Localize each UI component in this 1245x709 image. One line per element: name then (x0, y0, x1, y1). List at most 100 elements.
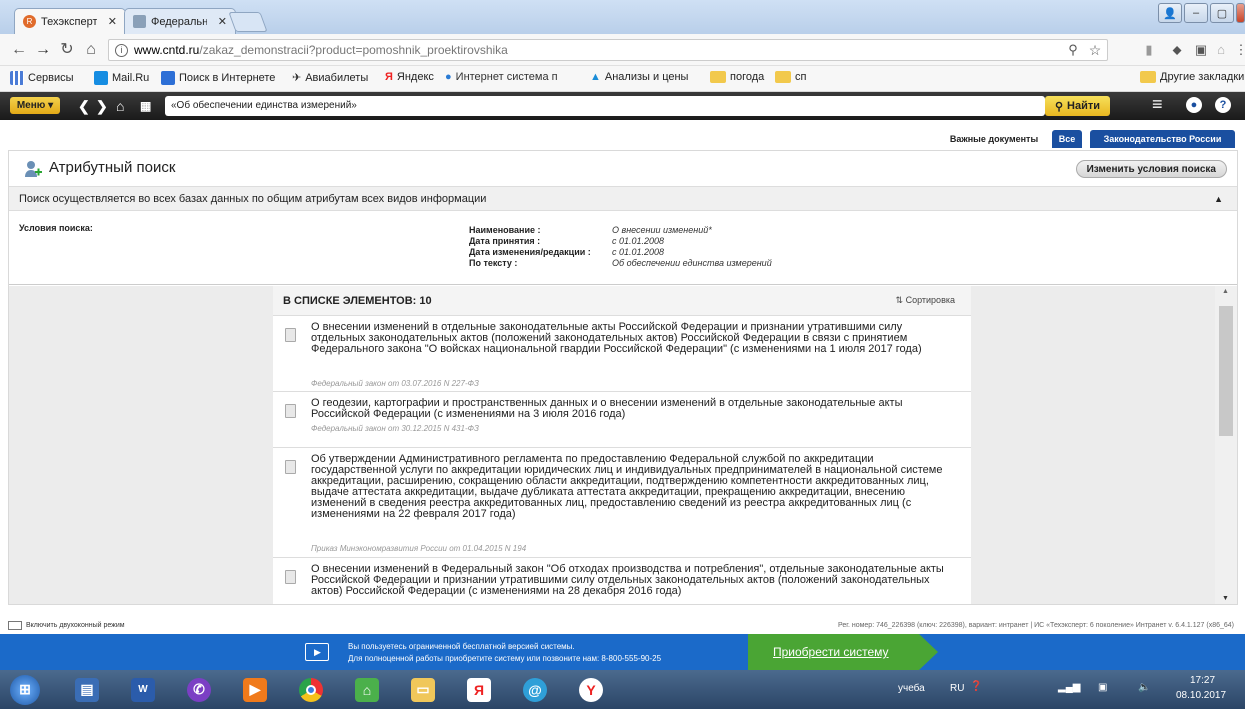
bookmark-search[interactable]: Поиск в Интернете (161, 71, 275, 85)
help-icon[interactable]: ❓ (970, 681, 982, 692)
network-icon[interactable]: ▂▄▆ (1058, 682, 1080, 693)
scroll-up-arrow-icon[interactable]: ▲ (1222, 288, 1229, 295)
taskbar-app[interactable]: ▭ (398, 673, 448, 706)
tab-russian-legislation[interactable]: Законодательство России (1090, 130, 1235, 148)
page-title: Атрибутный поиск (49, 159, 176, 176)
reload-icon[interactable]: ↻ (58, 41, 76, 59)
hamburger-menu-icon[interactable]: ≡ (1152, 95, 1163, 113)
collapse-arrow-icon[interactable]: ▲ (1214, 187, 1223, 211)
two-window-icon[interactable] (8, 620, 22, 630)
forward-arrow-icon[interactable]: ❯ (96, 97, 108, 115)
tray-app-icon[interactable]: ▣ (1098, 682, 1107, 693)
home-icon[interactable]: ⌂ (82, 41, 100, 59)
modify-conditions-button[interactable]: Изменить условия поиска (1075, 160, 1227, 178)
document-tabs-row: Важные документы Все Законодательство Ро… (0, 120, 1245, 148)
bookmark-weather[interactable]: погода (710, 71, 764, 83)
maximize-button[interactable]: ▢ (1210, 3, 1234, 23)
extension-icon[interactable]: ⬥ (1168, 41, 1186, 59)
back-arrow-icon[interactable]: ❮ (78, 97, 90, 115)
tab-important-documents[interactable]: Важные документы (944, 130, 1044, 148)
list-item[interactable]: О внесении изменений в отдельные законод… (273, 316, 971, 392)
user-icon[interactable]: ● (1186, 97, 1202, 113)
tab-tehexpert[interactable]: R Техэксперт - Заказать д ✕ (14, 8, 126, 34)
taskbar-app[interactable]: Y (566, 673, 616, 706)
language-bar[interactable]: учеба (898, 683, 925, 694)
yandex-browser-icon: Y (579, 677, 603, 702)
forward-arrow-icon[interactable]: → (34, 41, 52, 59)
status-bar: Включить двухоконный режим Рег. номер: 7… (8, 617, 1238, 633)
extension-icon[interactable]: ▣ (1192, 41, 1210, 59)
tab-federal-law[interactable]: Федеральный закон "О ✕ (124, 8, 236, 34)
list-item[interactable]: О внесении изменений в Федеральный закон… (273, 558, 971, 604)
clock-date[interactable]: 08.10.2017 (1176, 690, 1226, 701)
chrome-icon (299, 677, 323, 702)
scrollbar-thumb[interactable] (1219, 306, 1233, 436)
info-icon[interactable]: i (115, 43, 128, 57)
item-title[interactable]: О внесении изменений в отдельные законод… (311, 322, 956, 355)
bookmark-yandex[interactable]: Я Яндекс (385, 71, 434, 83)
extension-icon[interactable]: ⌂ (1212, 41, 1230, 59)
taskbar-app[interactable]: Я (454, 673, 504, 706)
close-tab-icon[interactable]: ✕ (102, 15, 117, 28)
clock-time[interactable]: 17:27 (1190, 675, 1215, 686)
grid-icon[interactable]: ▦ (140, 97, 151, 115)
taskbar-app[interactable]: ⌂ (342, 673, 392, 706)
zoom-icon[interactable]: ⚲ (1064, 41, 1082, 59)
conditions-label: Условия поиска: (19, 223, 93, 233)
sort-icon: ⇅ (895, 295, 904, 305)
buy-system-button[interactable]: Приобрести систему (748, 634, 938, 670)
app-search-input[interactable]: «Об обеспечении единства измерений» (165, 96, 1045, 116)
taskbar-app[interactable]: W (118, 673, 168, 706)
taskbar-app[interactable] (286, 673, 336, 706)
bookmark-avia[interactable]: ✈ Авиабилеты (292, 71, 368, 85)
two-window-mode-link[interactable]: Включить двухоконный режим (26, 622, 125, 629)
new-tab-button[interactable] (228, 12, 268, 32)
menu-button[interactable]: Меню ▾ (10, 97, 60, 114)
language-indicator[interactable]: RU (950, 683, 964, 694)
taskbar-app[interactable]: @ (510, 673, 560, 706)
home-icon[interactable]: ⌂ (116, 97, 124, 115)
minimize-button[interactable]: – (1184, 3, 1208, 23)
bookmark-analyses[interactable]: ▲ Анализы и цены (590, 71, 688, 83)
monitor-icon: ▶ (305, 643, 329, 661)
viber-icon: ✆ (187, 677, 211, 702)
url-host: www.cntd.ru (134, 43, 200, 57)
vertical-scrollbar[interactable]: ▲ ▼ (1215, 286, 1237, 604)
bookmark-services[interactable]: Сервисы (10, 71, 74, 85)
list-item[interactable]: О геодезии, картографии и пространственн… (273, 392, 971, 448)
item-title[interactable]: Об утверждении Административного регламе… (311, 454, 956, 520)
back-arrow-icon[interactable]: ← (10, 41, 28, 59)
mailru-icon (94, 71, 108, 85)
bookmark-mailru[interactable]: Mail.Ru (94, 71, 149, 85)
list-item[interactable]: Об утверждении Административного регламе… (273, 448, 971, 558)
menu-dots-icon[interactable]: ⋮ (1232, 41, 1245, 59)
volume-icon[interactable]: 🔈 (1138, 682, 1150, 693)
bookmark-other[interactable]: Другие закладки (1140, 71, 1244, 83)
close-tab-icon[interactable]: ✕ (212, 15, 227, 28)
start-button[interactable]: ⊞ (0, 673, 50, 706)
taskbar-app[interactable]: ▶ (230, 673, 280, 706)
item-title[interactable]: О внесении изменений в Федеральный закон… (311, 564, 956, 597)
sort-button[interactable]: ⇅ Сортировка (896, 295, 955, 306)
folder-icon (775, 71, 791, 83)
item-subtitle: Федеральный закон от 03.07.2016 N 227-ФЗ (311, 379, 479, 388)
close-window-button[interactable] (1236, 3, 1245, 23)
at-mail-icon: @ (523, 677, 547, 702)
taskbar-app[interactable]: ✆ (174, 673, 224, 706)
star-bookmark-icon[interactable]: ☆ (1086, 41, 1104, 59)
info-bar[interactable]: Поиск осуществляется во всех базах данны… (9, 187, 1237, 211)
tab-all[interactable]: Все (1052, 130, 1082, 148)
extension-icon[interactable]: ▮ (1140, 41, 1158, 59)
tab-label: Техэксперт - Заказать д (41, 15, 97, 28)
taskbar-app[interactable]: ▤ (62, 673, 112, 706)
bookmark-system[interactable]: ● Интернет система п (445, 71, 558, 83)
folder-icon (1140, 71, 1156, 83)
user-icon[interactable]: 👤 (1158, 3, 1182, 23)
bookmark-sp[interactable]: сп (775, 71, 806, 83)
url-input[interactable]: i www.cntd.ru/zakaz_demonstracii?product… (108, 39, 1108, 61)
scroll-down-arrow-icon[interactable]: ▼ (1222, 595, 1229, 602)
item-title[interactable]: О геодезии, картографии и пространственн… (311, 398, 956, 420)
find-button[interactable]: ⚲ Найти (1045, 96, 1110, 116)
help-icon[interactable]: ? (1215, 97, 1231, 113)
browser-tab-strip: R Техэксперт - Заказать д ✕ Федеральный … (0, 0, 1245, 34)
